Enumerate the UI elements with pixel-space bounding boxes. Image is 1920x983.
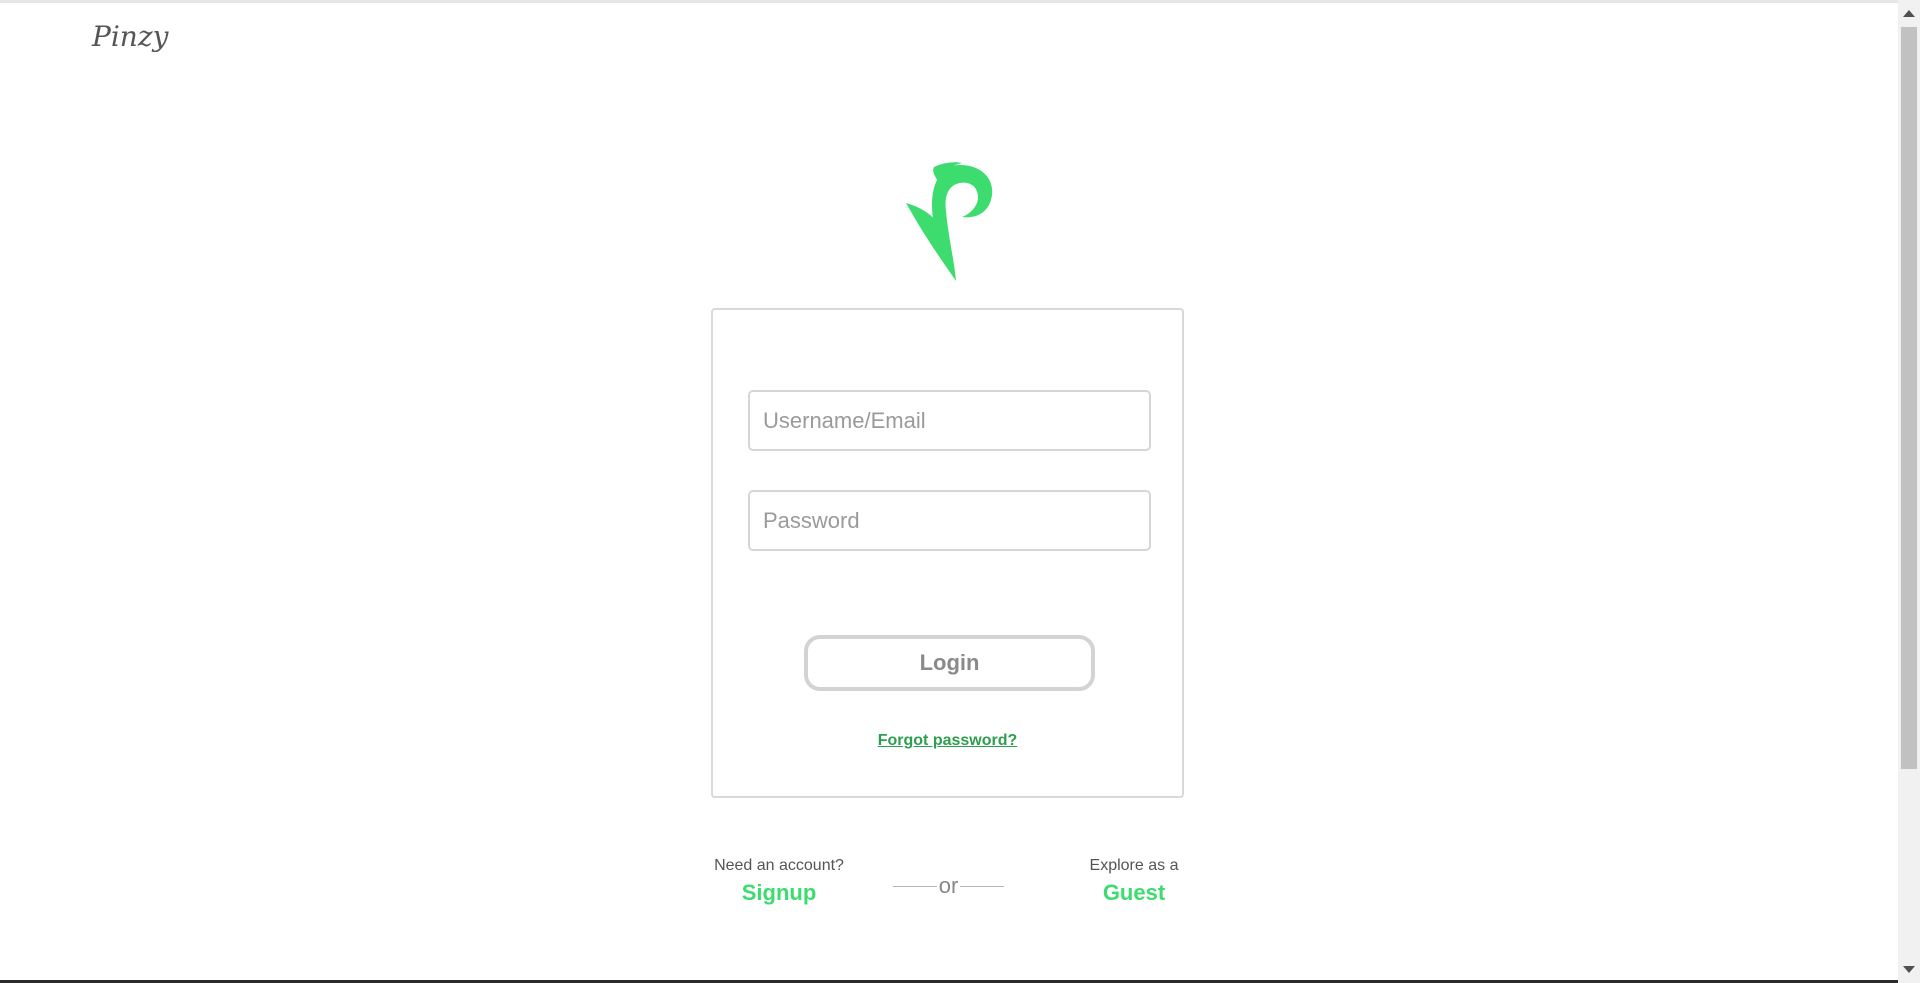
password-input[interactable] [748,490,1151,551]
login-button[interactable]: Login [804,635,1095,691]
scroll-up-arrow-icon[interactable] [1903,10,1915,17]
login-card: Login Forgot password? [711,308,1184,798]
vertical-scrollbar[interactable] [1898,0,1920,983]
signup-hint: Need an account? [714,857,844,874]
divider-line-right [960,886,1004,887]
guest-link[interactable]: Guest [1070,880,1198,906]
brand-wordmark[interactable]: Pinzy [92,20,168,53]
guest-hint: Explore as a [1089,857,1179,874]
signup-group: Need an account? Signup [700,856,858,906]
scrollbar-thumb[interactable] [1901,27,1917,769]
username-email-input[interactable] [748,390,1151,451]
or-divider: or [893,874,1004,898]
signup-link[interactable]: Signup [700,880,858,906]
scroll-down-arrow-icon[interactable] [1903,966,1915,973]
forgot-password-link[interactable]: Forgot password? [713,732,1182,750]
pinzy-leaf-logo-icon [906,162,993,281]
page-viewport: Pinzy Login Forgot password? Need an acc… [0,0,1898,983]
top-divider [0,0,1898,3]
guest-group: Explore as a Guest [1070,856,1198,906]
account-alternatives: Need an account? Signup or Explore as a … [700,856,1180,926]
